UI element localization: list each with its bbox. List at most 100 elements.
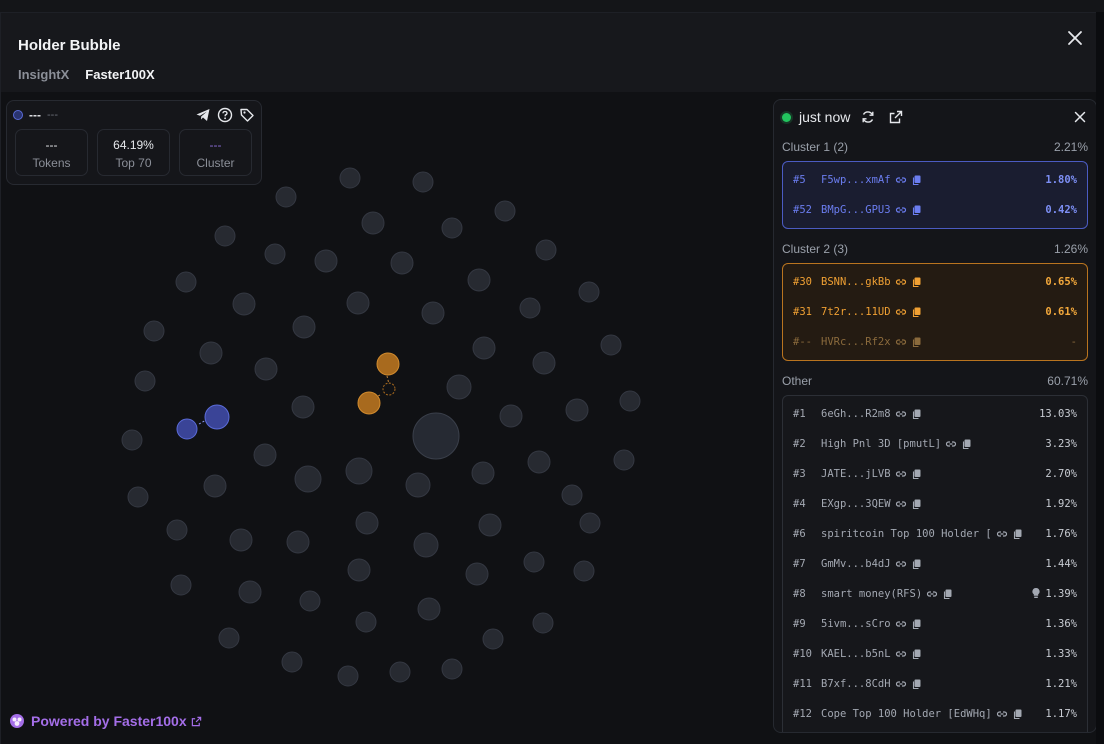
bubble[interactable] [199, 341, 223, 365]
link-icon[interactable] [895, 174, 907, 186]
link-icon[interactable] [945, 438, 957, 450]
bubble[interactable] [519, 297, 541, 319]
holder-address[interactable]: 7t2r...11UD [821, 306, 891, 318]
link-icon[interactable] [895, 306, 907, 318]
bubble[interactable] [229, 528, 253, 552]
holder-address[interactable]: HVRc...Rf2x [821, 336, 891, 348]
bubble[interactable] [355, 511, 379, 535]
holder-address[interactable]: BMpG...GPU3 [821, 204, 891, 216]
link-icon[interactable] [926, 588, 938, 600]
link-icon[interactable] [895, 678, 907, 690]
bubble[interactable] [339, 167, 361, 189]
bubble[interactable] [253, 443, 277, 467]
list-item[interactable]: #-- HVRc...Rf2x - [783, 327, 1087, 357]
bubble[interactable] [232, 292, 256, 316]
list-item[interactable]: #30 BSNN...gkBb 0.65% [783, 267, 1087, 297]
cluster-1-bubble[interactable] [204, 404, 230, 430]
bubble[interactable] [175, 271, 197, 293]
refresh-icon[interactable] [860, 109, 876, 125]
bubble[interactable] [573, 560, 595, 582]
bubble[interactable] [619, 390, 641, 412]
bubble[interactable] [166, 519, 188, 541]
list-item[interactable]: #12 Cope Top 100 Holder [EdWHq] 1.17% [783, 699, 1087, 729]
copy-icon[interactable] [911, 558, 923, 570]
copy-icon[interactable] [911, 306, 923, 318]
list-item[interactable]: #3 JATE...jLVB 2.70% [783, 459, 1087, 489]
link-icon[interactable] [895, 204, 907, 216]
bubble[interactable] [134, 370, 156, 392]
holder-address[interactable]: BSNN...gkBb [821, 276, 891, 288]
bubble[interactable] [532, 351, 556, 375]
list-item[interactable]: #8 smart money(RFS) 1.39% [783, 579, 1087, 609]
holder-label[interactable]: spiritcoin Top 100 Holder [ [821, 528, 992, 540]
copy-icon[interactable] [911, 648, 923, 660]
bubble[interactable] [299, 590, 321, 612]
bubble[interactable] [275, 186, 297, 208]
bubble[interactable] [413, 532, 439, 558]
list-item[interactable]: #52 BMpG...GPU3 0.42% [783, 195, 1087, 225]
bubble[interactable] [467, 268, 491, 292]
bubble[interactable] [523, 551, 545, 573]
bubble[interactable] [121, 429, 143, 451]
bubble[interactable] [412, 171, 434, 193]
list-item[interactable]: #7 GmMv...b4dJ 1.44% [783, 549, 1087, 579]
bubble[interactable] [389, 661, 411, 683]
panel-close-icon[interactable] [1072, 109, 1088, 125]
external-link-icon[interactable] [888, 109, 904, 125]
list-item[interactable]: #4 EXgp...3QEW 1.92% [783, 489, 1087, 519]
copy-icon[interactable] [911, 678, 923, 690]
link-icon[interactable] [895, 558, 907, 570]
bubble[interactable] [254, 357, 278, 381]
bubble[interactable] [286, 530, 310, 554]
bubble[interactable] [127, 486, 149, 508]
bubble[interactable] [218, 627, 240, 649]
tab-insightx[interactable]: InsightX [18, 67, 69, 82]
bubble[interactable] [441, 658, 463, 680]
cluster-2-bubble[interactable] [357, 391, 381, 415]
bubble[interactable] [291, 395, 315, 419]
holder-address[interactable]: JATE...jLVB [821, 468, 891, 480]
tab-faster100x[interactable]: Faster100X [85, 67, 154, 82]
link-icon[interactable] [895, 408, 907, 420]
copy-icon[interactable] [911, 336, 923, 348]
list-item[interactable]: #2 High Pnl 3D [pmutL] 3.23% [783, 429, 1087, 459]
bubble[interactable] [214, 225, 236, 247]
bubble[interactable] [499, 404, 523, 428]
list-item[interactable]: #6 spiritcoin Top 100 Holder [ 1.76% [783, 519, 1087, 549]
bubble[interactable] [494, 200, 516, 222]
bubble[interactable] [472, 336, 496, 360]
holder-address[interactable]: EXgp...3QEW [821, 498, 891, 510]
cluster-2-bubble[interactable] [382, 382, 396, 396]
bubble[interactable] [405, 472, 431, 498]
bubble[interactable] [478, 513, 502, 537]
tag-icon[interactable] [239, 107, 255, 123]
cluster-1-bubble[interactable] [176, 418, 198, 440]
bubble[interactable] [565, 398, 589, 422]
bubble[interactable] [337, 665, 359, 687]
bubble[interactable] [347, 558, 371, 582]
bubble[interactable] [294, 465, 322, 493]
holder-address[interactable]: 6eGh...R2m8 [821, 408, 891, 420]
bubble[interactable] [471, 461, 495, 485]
link-icon[interactable] [895, 276, 907, 288]
bubble[interactable] [535, 239, 557, 261]
holder-address[interactable]: KAEL...b5nL [821, 648, 891, 660]
bubble[interactable] [203, 474, 227, 498]
bubble[interactable] [390, 251, 414, 275]
bubble[interactable] [527, 450, 551, 474]
telegram-icon[interactable] [195, 107, 211, 123]
bubble[interactable] [482, 628, 504, 650]
holder-address[interactable]: GmMv...b4dJ [821, 558, 891, 570]
copy-icon[interactable] [911, 174, 923, 186]
bubble[interactable] [264, 243, 286, 265]
holder-address[interactable]: F5wp...xmAf [821, 174, 891, 186]
list-item[interactable]: #10 KAEL...b5nL 1.33% [783, 639, 1087, 669]
copy-icon[interactable] [942, 588, 954, 600]
link-icon[interactable] [895, 618, 907, 630]
bubble[interactable] [281, 651, 303, 673]
copy-icon[interactable] [911, 276, 923, 288]
bubble[interactable] [346, 291, 370, 315]
link-icon[interactable] [895, 498, 907, 510]
copy-icon[interactable] [911, 468, 923, 480]
holder-address[interactable]: 5ivm...sCro [821, 618, 891, 630]
